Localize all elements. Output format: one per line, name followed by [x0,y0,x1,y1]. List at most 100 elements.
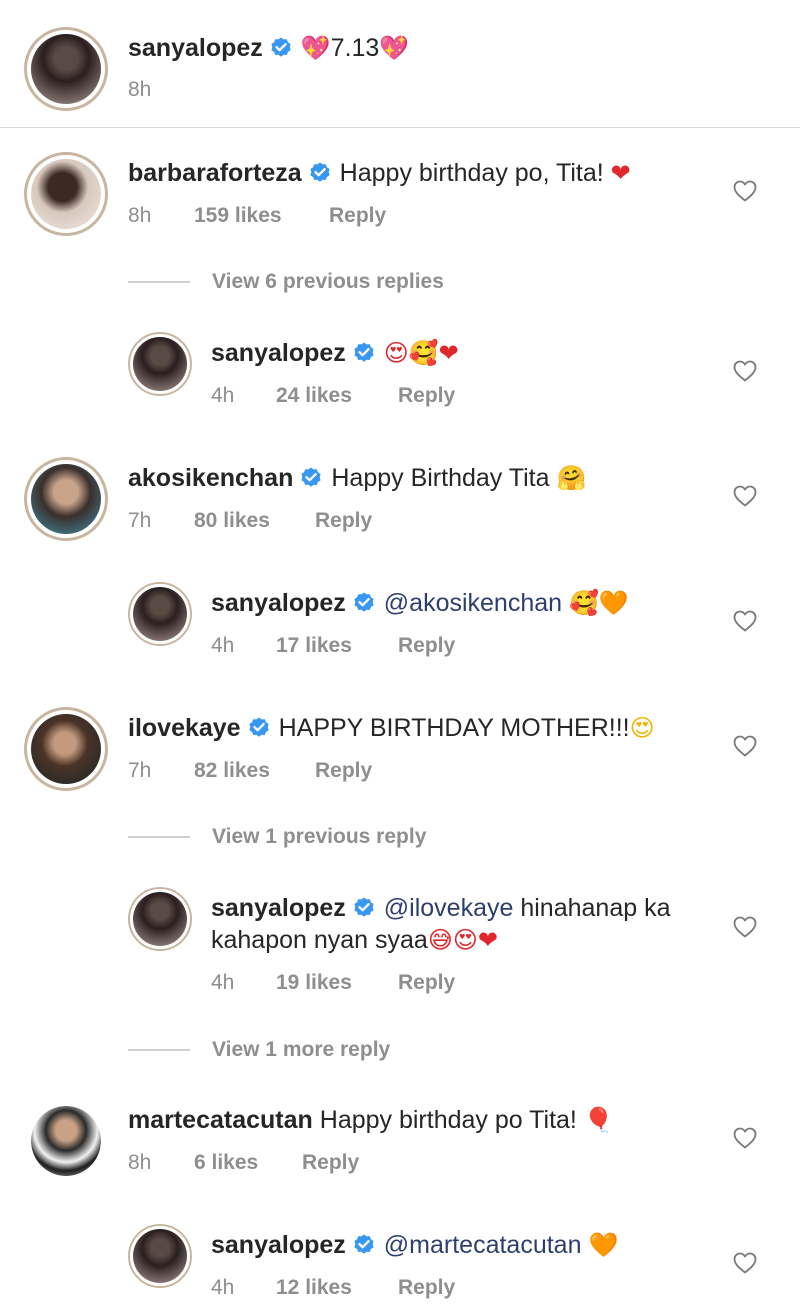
like-heart-icon[interactable] [733,916,757,938]
post-timestamp: 8h [128,78,152,101]
reply-text: sanyalopez @martecatacutan 🧡 [211,1229,618,1261]
comment-meta: 7h 82 likes Reply [128,759,372,783]
like-heart-icon[interactable] [733,735,757,757]
comment-text: barbaraforteza Happy birthday po, Tita! ❤ [128,157,631,189]
comment-body: Happy Birthday Tita [331,464,550,492]
reply-body: kahapon nyan syaa [211,926,428,954]
view-previous-replies[interactable]: View 1 previous reply [128,825,426,849]
post-meta: 8h [128,78,151,102]
comment-likes-count[interactable]: 80 likes [194,509,315,533]
comment-text: akosikenchan Happy Birthday Tita 🤗 [128,462,586,494]
verified-badge-icon [352,896,376,920]
reply-button[interactable]: Reply [315,509,372,533]
caption-divider [0,127,800,128]
thread-line [128,836,190,839]
reply-emojis: 😍🥰❤ [383,339,459,367]
reply-button[interactable]: Reply [398,634,455,658]
reply-emojis: 😅😍❤ [427,926,498,954]
like-heart-icon[interactable] [733,485,757,507]
comment-meta: 7h 80 likes Reply [128,509,372,533]
like-heart-icon[interactable] [733,360,757,382]
reply-username[interactable]: sanyalopez [211,339,346,367]
comment-username[interactable]: martecatacutan [128,1106,313,1134]
verified-badge-icon [352,1233,376,1257]
like-heart-icon[interactable] [733,1252,757,1274]
reply-meta: 4h 19 likes Reply [211,971,455,995]
view-more-replies[interactable]: View 1 more reply [128,1038,390,1062]
thread-line [128,281,190,284]
reply-avatar[interactable] [128,887,192,951]
post-author-username[interactable]: sanyalopez [128,34,263,62]
verified-badge-icon [269,36,293,60]
like-heart-icon[interactable] [733,1127,757,1149]
comment-username[interactable]: akosikenchan [128,464,293,492]
verified-badge-icon [308,161,332,185]
reply-text-continued: kahapon nyan syaa😅😍❤ [211,924,498,956]
reply-text: sanyalopez 😍🥰❤ [211,337,459,369]
reply-emojis: 🥰🧡 [569,589,629,617]
like-heart-icon[interactable] [733,180,757,202]
verified-badge-icon [352,591,376,615]
mention-link[interactable]: @martecatacutan [384,1231,582,1259]
reply-avatar[interactable] [128,582,192,646]
reply-username[interactable]: sanyalopez [211,894,346,922]
reply-timestamp: 4h [211,634,235,657]
reply-button[interactable]: Reply [398,971,455,995]
mention-link[interactable]: @akosikenchan [384,589,562,617]
verified-badge-icon [247,716,271,740]
red-heart-emoji: ❤ [610,159,631,187]
commenter-avatar[interactable] [24,457,108,541]
like-heart-icon[interactable] [733,610,757,632]
reply-body: hinahanap ka [520,894,671,922]
commenter-avatar[interactable] [24,152,108,236]
reply-username[interactable]: sanyalopez [211,589,346,617]
comment-timestamp: 8h [128,1151,152,1174]
reply-button[interactable]: Reply [398,384,455,408]
reply-button[interactable]: Reply [302,1151,359,1175]
comment-meta: 8h 159 likes Reply [128,204,386,228]
comment-body: HAPPY BIRTHDAY MOTHER!!! [278,714,630,742]
commenter-avatar[interactable] [31,1106,101,1176]
post-author-avatar[interactable] [24,27,108,111]
commenter-avatar[interactable] [24,707,108,791]
reply-timestamp: 4h [211,971,235,994]
comment-body: Happy birthday po Tita! [319,1106,577,1134]
comment-likes-count[interactable]: 159 likes [194,204,329,228]
reply-likes-count[interactable]: 12 likes [276,1276,398,1300]
reply-button[interactable]: Reply [398,1276,455,1300]
comment-likes-count[interactable]: 82 likes [194,759,315,783]
comment-text: martecatacutan Happy birthday po Tita! 🎈 [128,1104,614,1136]
reply-avatar[interactable] [128,1224,192,1288]
reply-text: sanyalopez @akosikenchan 🥰🧡 [211,587,629,619]
reply-meta: 4h 17 likes Reply [211,634,455,658]
reply-likes-count[interactable]: 24 likes [276,384,398,408]
comment-meta: 8h 6 likes Reply [128,1151,359,1175]
comment-timestamp: 7h [128,759,152,782]
post-caption: sanyalopez 💖7.13💖 [128,32,409,64]
reply-username[interactable]: sanyalopez [211,1231,346,1259]
verified-badge-icon [299,466,323,490]
comment-username[interactable]: ilovekaye [128,714,241,742]
reply-button[interactable]: Reply [315,759,372,783]
view-previous-replies[interactable]: View 6 previous replies [128,270,444,294]
reply-button[interactable]: Reply [329,204,386,228]
orange-heart-emoji: 🧡 [588,1231,619,1259]
reply-text: sanyalopez @ilovekaye hinahanap ka [211,892,670,924]
comment-likes-count[interactable]: 6 likes [194,1151,302,1175]
mention-link[interactable]: @ilovekaye [384,894,514,922]
heart-eyes-emoji: 😍 [629,714,655,742]
balloon-emoji: 🎈 [583,1106,614,1134]
reply-meta: 4h 12 likes Reply [211,1276,455,1300]
comment-body: Happy birthday po, Tita! [339,159,604,187]
comment-text: ilovekaye HAPPY BIRTHDAY MOTHER!!!😍 [128,712,655,744]
reply-avatar[interactable] [128,332,192,396]
reply-likes-count[interactable]: 17 likes [276,634,398,658]
reply-timestamp: 4h [211,384,235,407]
comment-username[interactable]: barbaraforteza [128,159,302,187]
sparkling-heart-emoji: 💖 [300,34,331,62]
reply-meta: 4h 24 likes Reply [211,384,455,408]
sparkling-heart-emoji: 💖 [379,34,410,62]
hugging-face-emoji: 🤗 [556,464,587,492]
reply-likes-count[interactable]: 19 likes [276,971,398,995]
reply-timestamp: 4h [211,1276,235,1299]
